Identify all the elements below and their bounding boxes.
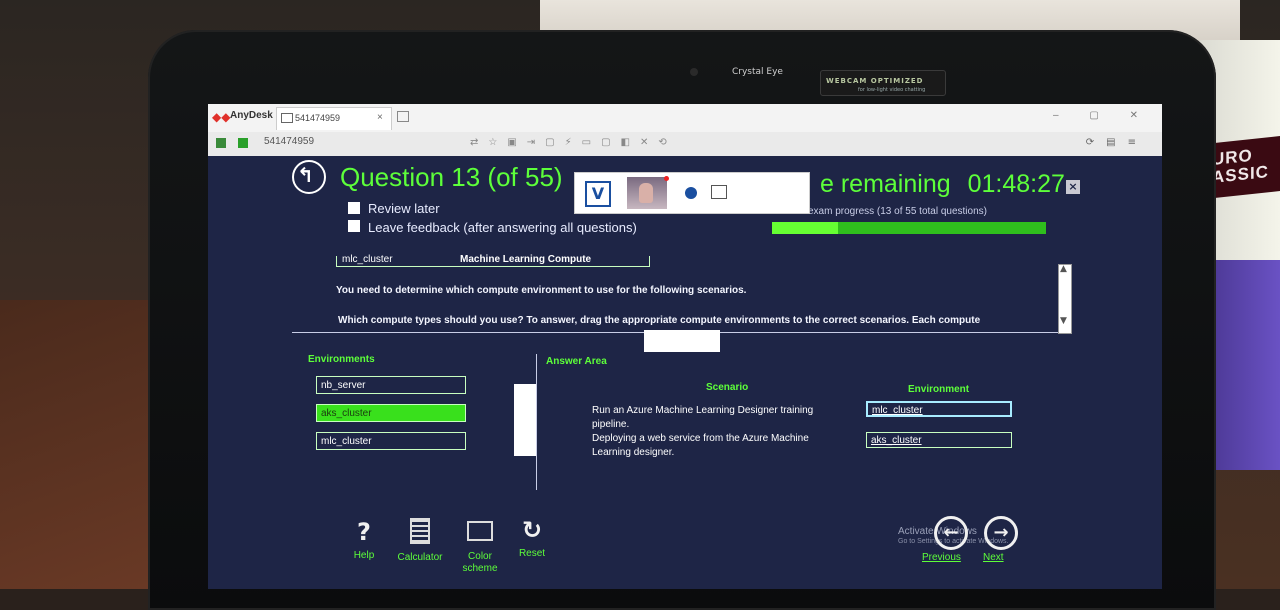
previous-button[interactable]: Previous xyxy=(922,552,961,563)
anydesk-titlebar: ◆◆ AnyDesk 541474959 × – ▢ ✕ xyxy=(208,104,1162,133)
calculator-button[interactable]: Calculator xyxy=(390,518,450,564)
mug-text: URO ASSIC xyxy=(1212,145,1269,187)
time-remaining: e remaining 01:48:27 xyxy=(820,170,1065,199)
environment-column-header: Environment xyxy=(908,384,970,395)
environment-item-aks-cluster[interactable]: aks_cluster xyxy=(316,404,466,422)
help-button[interactable]: ? Help xyxy=(344,518,384,562)
color-scheme-label: Color scheme xyxy=(462,551,498,574)
monitor-screen-icon xyxy=(467,521,493,541)
anydesk-toolbar: 541474959 ⇄☆▣⇥▢⚡▭▢◧✕⟲ ⟳▤≡ xyxy=(208,132,1162,157)
session-tab-label: 541474959 xyxy=(295,113,341,123)
help-label: Help xyxy=(353,550,375,561)
drag-divider-handle[interactable] xyxy=(514,384,536,456)
proctor-overlay: V xyxy=(574,172,810,214)
monitor-icon xyxy=(281,113,293,123)
chat-icon[interactable] xyxy=(685,187,697,199)
environment-item-nb-server[interactable]: nb_server xyxy=(316,376,466,394)
webcam-badge-title: WEBCAM OPTIMIZED xyxy=(826,77,924,85)
question-text-1: You need to determine which compute envi… xyxy=(336,285,747,296)
color-scheme-button[interactable]: Color scheme xyxy=(454,518,506,575)
close-timer-icon[interactable]: × xyxy=(1066,180,1080,194)
review-later-label: Review later xyxy=(368,201,440,216)
new-session-icon[interactable] xyxy=(397,111,409,122)
answer-drop-target-2[interactable]: aks_cluster xyxy=(866,432,1012,448)
next-button[interactable]: Next xyxy=(983,552,1004,563)
webcam-lens-icon xyxy=(690,68,698,76)
progress-fill xyxy=(772,222,838,234)
question-mark-icon: ? xyxy=(357,518,371,546)
scroll-up-icon[interactable]: ▲ xyxy=(1060,264,1067,274)
table-cell-description: Machine Learning Compute xyxy=(460,254,592,265)
webcam-badge-subtitle: for low-light video chatting xyxy=(858,87,926,93)
question-title: Question 13 (of 55) xyxy=(340,162,563,192)
laptop-screen: ◆◆ AnyDesk 541474959 × – ▢ ✕ 541474959 ⇄… xyxy=(208,104,1162,589)
leave-feedback-checkbox[interactable] xyxy=(348,220,360,232)
laptop-brand-label: Crystal Eye xyxy=(732,67,783,77)
back-arrow-icon: ↰ xyxy=(297,163,314,187)
recording-indicator-icon xyxy=(664,176,669,181)
leave-feedback-label: Leave feedback (after answering all ques… xyxy=(368,220,637,235)
reset-label: Reset xyxy=(518,548,546,559)
reset-button[interactable]: ↻ Reset xyxy=(512,516,552,560)
scenario-1: Run an Azure Machine Learning Designer t… xyxy=(592,405,814,430)
notes-icon[interactable] xyxy=(711,185,727,199)
question-text-2: Which compute types should you use? To a… xyxy=(338,315,981,326)
anydesk-session-tab[interactable]: 541474959 × xyxy=(276,107,392,130)
close-tab-icon[interactable]: × xyxy=(377,112,383,123)
verified-icon: V xyxy=(585,181,611,207)
answer-area-divider xyxy=(536,354,537,490)
answer-area-header: Answer Area xyxy=(546,356,607,367)
anydesk-app-name: AnyDesk xyxy=(230,110,273,121)
table-cell-name: mlc_cluster xyxy=(342,254,393,265)
scenario-2: Deploying a web service from the Azure M… xyxy=(592,433,809,458)
calculator-label: Calculator xyxy=(397,552,443,563)
address-field[interactable]: 541474959 xyxy=(264,136,314,147)
scroll-down-icon[interactable]: ▼ xyxy=(1060,316,1067,326)
next-arrow-icon[interactable]: → xyxy=(984,516,1018,550)
toolbar-right-icons[interactable]: ⟳▤≡ xyxy=(1086,137,1148,148)
panel-splitter-handle[interactable] xyxy=(644,330,720,352)
webcam-face xyxy=(639,183,653,203)
time-remaining-value: 01:48:27 xyxy=(967,170,1065,198)
calculator-icon xyxy=(410,518,430,544)
environment-item-mlc-cluster[interactable]: mlc_cluster xyxy=(316,432,466,450)
toolbar-action-icons[interactable]: ⇄☆▣⇥▢⚡▭▢◧✕⟲ xyxy=(470,137,677,148)
environments-header: Environments xyxy=(308,354,375,365)
answer-drop-target-1[interactable]: mlc_cluster xyxy=(866,401,1012,417)
progress-label: exam progress (13 of 55 total questions) xyxy=(808,206,987,217)
home-icon[interactable] xyxy=(216,138,226,148)
previous-arrow-icon[interactable]: ← xyxy=(934,516,968,550)
reset-icon: ↻ xyxy=(521,516,543,544)
review-later-checkbox[interactable] xyxy=(348,202,360,214)
time-remaining-label: e remaining xyxy=(820,170,951,198)
anydesk-logo-icon: ◆◆ xyxy=(212,110,231,124)
connection-icon[interactable] xyxy=(238,138,248,148)
scenario-column-header: Scenario xyxy=(706,382,749,393)
window-controls[interactable]: – ▢ ✕ xyxy=(1053,110,1152,121)
